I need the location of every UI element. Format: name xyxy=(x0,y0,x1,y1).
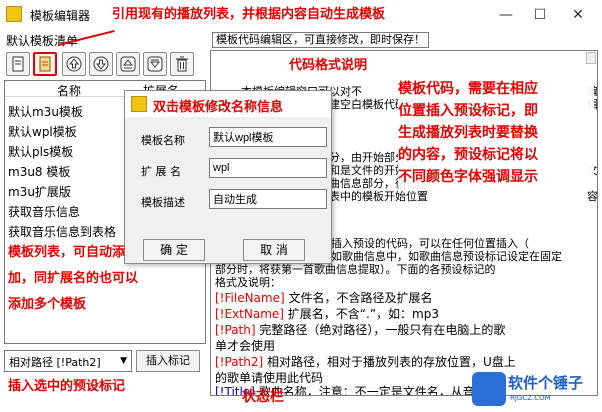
description-field[interactable] xyxy=(209,189,327,209)
annotation-editor: 模板代码，需要在相应 位置插入预设标记，即 生成播放列表时要替换 的内容，预设标… xyxy=(398,78,594,188)
list-item[interactable]: m3u8 模板 xyxy=(8,163,70,180)
arrow-up-icon xyxy=(66,56,82,72)
tag-desc: 单才会使用 xyxy=(215,339,276,353)
tag-desc: 相对路径，相对于播放列表的存放位置，U盘上 xyxy=(263,355,516,369)
annotation-line: 模板代码，需要在相应 xyxy=(398,81,538,97)
editor-edge-char: 容 xyxy=(587,190,598,203)
editor-line: 插入预设的代码，可以在任何位置插入（ xyxy=(331,237,529,250)
move-down-button[interactable] xyxy=(89,52,113,76)
list-item[interactable]: m3u扩展版 xyxy=(8,183,71,200)
arrow-top-icon xyxy=(120,56,136,72)
annotation-line: 生成播放列表时要替换 xyxy=(398,125,538,141)
list-item[interactable]: 获取音乐信息 xyxy=(8,203,80,220)
insert-tag-button[interactable]: 插入标记 xyxy=(136,350,200,372)
scroll-up-arrow[interactable] xyxy=(586,52,596,64)
tag-desc: 文件名，不含路径及扩展名 xyxy=(284,291,433,305)
import-playlist-button[interactable] xyxy=(33,52,57,76)
dialog-title: 双击模板修改名称信息 xyxy=(153,100,284,115)
annotation-import: 引用现有的播放列表，并根据内容自动生成模板 xyxy=(112,7,386,22)
annotation-insert-tag: 插入选中的预设标记 xyxy=(8,379,126,394)
extension-field[interactable] xyxy=(209,158,327,178)
template-info-dialog: 双击模板修改名称信息 模板名称 扩 展 名 模板描述 确 定 取 消 xyxy=(124,90,332,264)
import-file-icon xyxy=(39,56,51,72)
annotation-template-list: 模板列表，可自动添 加，同扩展名的也可以 添加多个模板 xyxy=(8,240,138,318)
column-name-header[interactable]: 名称 xyxy=(57,82,81,99)
list-item[interactable]: 默认m3u模板 xyxy=(8,103,83,120)
dialog-app-icon xyxy=(131,96,147,112)
tag-line: [!FileName] 文件名，不含路径及扩展名 xyxy=(215,291,432,306)
client-area: 默认模板清单 名称 扩展名 默认m3u模板 默认wpl模板 默认pls模 xyxy=(0,7,602,412)
annotation-line: 位置插入预设标记，即 xyxy=(398,103,538,119)
preset-tag-select[interactable]: 相对路径 [!Path2] ▼ xyxy=(4,350,132,372)
preset-tag-value: 相对路径 [!Path2] xyxy=(9,356,101,369)
template-name-label: 模板名称 xyxy=(141,134,185,147)
template-name-field[interactable] xyxy=(209,127,327,147)
watermark: 软件个锤子 RJGCZ.COM xyxy=(468,368,600,410)
close-button[interactable]: ✕ xyxy=(564,4,592,26)
arrow-bottom-icon xyxy=(147,56,163,72)
tag-line: 单才会使用 xyxy=(215,339,275,354)
editor-line: 如歌曲信息中，如歌曲信息预设标记设定在固定 xyxy=(331,250,562,263)
tag-line: 的歌单请使用此代码 xyxy=(215,371,323,386)
tag-desc: 的歌单请使用此代码 xyxy=(215,371,324,385)
watermark-subtext: RJGCZ.COM xyxy=(510,394,551,402)
annotation-status-bar: 状态栏 xyxy=(242,389,284,405)
app-icon xyxy=(6,6,22,22)
annotation-line: 模板列表，可自动添 xyxy=(8,245,126,260)
annotation-line: 的内容，预设标记将以 xyxy=(398,147,538,163)
watermark-text: 软件个锤子 xyxy=(508,374,584,392)
new-file-icon xyxy=(12,56,24,72)
tag-desc: 扩展名，不含“.”，如：mp3 xyxy=(283,307,439,321)
editor-label: 模板代码编辑区，可直接修改，即时保存！ xyxy=(212,32,429,48)
annotation-line: 加，同扩展名的也可以 xyxy=(8,271,139,286)
arrow-down-icon xyxy=(93,56,109,72)
chevron-down-icon: ▼ xyxy=(120,356,127,366)
maximize-button[interactable]: ☐ xyxy=(526,4,554,26)
move-bottom-button[interactable] xyxy=(143,52,167,76)
list-item[interactable]: 默认pls模板 xyxy=(8,143,73,160)
list-item[interactable]: 获取音乐信息到表格 xyxy=(8,223,116,240)
extension-label: 扩 展 名 xyxy=(141,165,181,178)
cancel-button[interactable]: 取 消 xyxy=(243,239,305,261)
watermark-logo-icon xyxy=(472,372,506,406)
description-label: 模板描述 xyxy=(141,196,185,209)
tag-line: [!ExtName] 扩展名，不含“.”，如：mp3 xyxy=(215,307,439,322)
editor-line: 部分时，将获第一首歌曲信息提取）。下面的各预设标记的 xyxy=(215,263,496,276)
dialog-title-bar: 双击模板修改名称信息 xyxy=(125,91,331,117)
trash-icon xyxy=(176,56,188,72)
tag-desc: 完整路径（绝对路径），一般只有在电脑上的歌 xyxy=(255,323,506,337)
editor-line: 格式及说明： xyxy=(215,276,281,289)
tag-name: [!FileName] xyxy=(215,291,285,305)
tag-name: [!Path2] xyxy=(215,355,264,369)
ok-button[interactable]: 确 定 xyxy=(143,239,205,261)
delete-template-button[interactable] xyxy=(170,52,194,76)
tag-line: [!Path] 完整路径（绝对路径），一般只有在电脑上的歌 xyxy=(215,323,505,338)
tag-name: [!ExtName] xyxy=(215,307,284,321)
window-title: 模板编辑器 xyxy=(30,9,91,23)
minimize-button[interactable]: — xyxy=(492,4,520,26)
format-title: 代码格式说明 xyxy=(289,58,368,73)
move-up-button[interactable] xyxy=(62,52,86,76)
list-item[interactable]: 默认wpl模板 xyxy=(8,123,77,140)
annotation-line: 添加多个模板 xyxy=(8,297,87,312)
annotation-line: 不同颜色字体强调显示 xyxy=(398,169,538,185)
new-template-button[interactable] xyxy=(6,52,30,76)
move-top-button[interactable] xyxy=(116,52,140,76)
tag-desc: 歌曲名称，注意：不一定是文件名，从音乐文 xyxy=(254,385,499,396)
tag-name: [!Path] xyxy=(215,323,256,337)
